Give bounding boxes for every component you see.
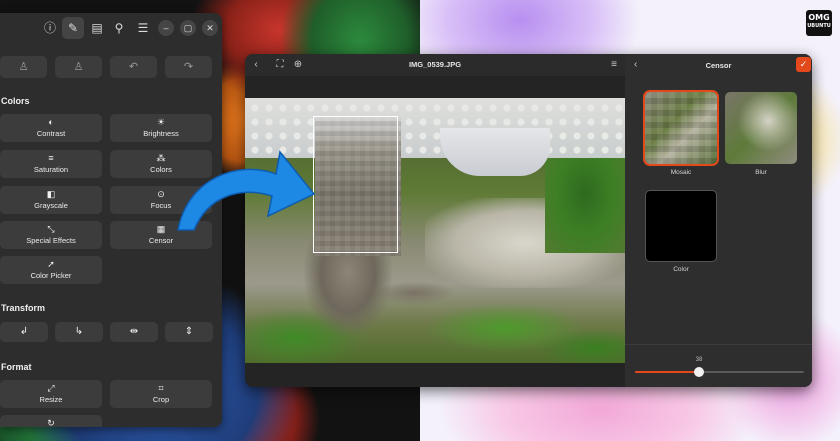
- rotate-right-icon: ↳: [74, 326, 84, 337]
- image-viewer-window: ‹ ⛶ ⊕ IMG_0539.JPG ≡ ‹ Censor ✓ Mosaic B…: [245, 54, 812, 387]
- censor-panel: ‹ Censor ✓ Mosaic Blur Color: [625, 54, 812, 387]
- rotate-right-button[interactable]: ↳: [55, 322, 103, 342]
- mic-button[interactable]: ♙: [55, 56, 102, 78]
- flip-vertical-button[interactable]: ⇕: [165, 322, 213, 342]
- blur-option-label: Blur: [755, 169, 767, 176]
- special-effects-button[interactable]: ⤡ Special Effects: [0, 221, 102, 249]
- contrast-icon: ◐: [48, 117, 54, 127]
- censor-panel-title: Censor: [705, 61, 732, 70]
- slider-fill: [635, 371, 700, 373]
- omg-ubuntu-logo: OMG UBUNTU: [806, 10, 832, 36]
- slider-value: 38: [695, 357, 703, 363]
- rotate-left-icon: ↲: [19, 326, 29, 337]
- color-picker-label: Color Picker: [30, 271, 72, 280]
- brush-icon[interactable]: ✎: [62, 17, 84, 39]
- resize-label: Resize: [39, 395, 63, 404]
- partial-tool-button[interactable]: ↻: [0, 415, 102, 427]
- chat-icon[interactable]: ▤: [89, 20, 105, 36]
- blur-option[interactable]: [725, 92, 797, 164]
- section-title-transform: Transform: [1, 303, 46, 313]
- annotation-arrow: [177, 150, 316, 231]
- color-option-label: Color: [673, 266, 689, 273]
- flip-horizontal-icon: ⇹: [129, 326, 139, 337]
- arrow-shape: [177, 150, 316, 231]
- grayscale-label: Grayscale: [34, 201, 68, 210]
- resize-button[interactable]: ⤢ Resize: [0, 380, 102, 408]
- voice-icon: ♙: [18, 61, 29, 73]
- info-icon[interactable]: ⓘ: [42, 20, 58, 36]
- undo-icon: ↶: [128, 61, 139, 73]
- menu-icon[interactable]: ≡: [607, 58, 621, 72]
- censor-selection-box[interactable]: [313, 116, 398, 253]
- tools-icon[interactable]: ⚲: [111, 20, 127, 36]
- logo-text-ubuntu: UBUNTU: [807, 23, 831, 29]
- special-effects-label: Special Effects: [26, 236, 76, 245]
- mic-icon: ♙: [73, 61, 84, 73]
- rotate-left-button[interactable]: ↲: [0, 322, 48, 342]
- minimize-icon[interactable]: –: [158, 20, 174, 36]
- flip-horizontal-button[interactable]: ⇹: [110, 322, 158, 342]
- contrast-label: Contrast: [36, 129, 66, 138]
- image-title: IMG_0539.JPG: [408, 60, 462, 69]
- strength-slider[interactable]: [635, 367, 804, 377]
- redo-icon: ↷: [183, 61, 194, 73]
- mosaic-option-label: Mosaic: [670, 169, 692, 176]
- viewer-header: ‹ ⛶ ⊕ IMG_0539.JPG ≡: [245, 54, 625, 76]
- tools-header: ⓘ ✎ ▤ ⚲ ☰ – ▢ ✕: [0, 13, 222, 43]
- saturation-icon: ≡: [48, 153, 54, 163]
- color-option[interactable]: [645, 190, 717, 262]
- voice-button[interactable]: ♙: [0, 56, 47, 78]
- grayscale-button[interactable]: ◧ Grayscale: [0, 186, 102, 214]
- flip-vertical-icon: ⇕: [184, 326, 194, 337]
- crop-icon: ⌗: [158, 383, 164, 393]
- redo-button[interactable]: ↷: [165, 56, 212, 78]
- logo-text-omg: OMG: [808, 13, 830, 22]
- slider-handle[interactable]: [694, 367, 705, 377]
- close-icon[interactable]: ✕: [202, 20, 218, 36]
- grayscale-icon: ◧: [46, 189, 56, 199]
- resize-icon: ⤢: [47, 383, 55, 393]
- section-title-colors: Colors: [1, 96, 30, 106]
- contrast-button[interactable]: ◐ Contrast: [0, 114, 102, 142]
- crop-button[interactable]: ⌗ Crop: [110, 380, 212, 408]
- color-picker-button[interactable]: ➚ Color Picker: [0, 256, 102, 284]
- maximize-icon[interactable]: ▢: [180, 20, 196, 36]
- brightness-icon: ☀: [156, 117, 166, 127]
- crop-label: Crop: [152, 395, 170, 404]
- menu-icon[interactable]: ☰: [135, 20, 151, 36]
- color-picker-icon: ➚: [47, 259, 55, 269]
- photo-lace-drape: [440, 128, 550, 176]
- mosaic-option[interactable]: [643, 90, 719, 166]
- apply-checkmark-icon[interactable]: ✓: [796, 57, 811, 72]
- saturation-label: Saturation: [33, 165, 69, 174]
- special-effects-icon: ⤡: [47, 224, 55, 234]
- rotate-icon: ↻: [47, 418, 55, 427]
- strength-slider-area: 38: [625, 344, 812, 387]
- undo-button[interactable]: ↶: [110, 56, 157, 78]
- section-title-format: Format: [1, 362, 32, 372]
- saturation-button[interactable]: ≡ Saturation: [0, 150, 102, 178]
